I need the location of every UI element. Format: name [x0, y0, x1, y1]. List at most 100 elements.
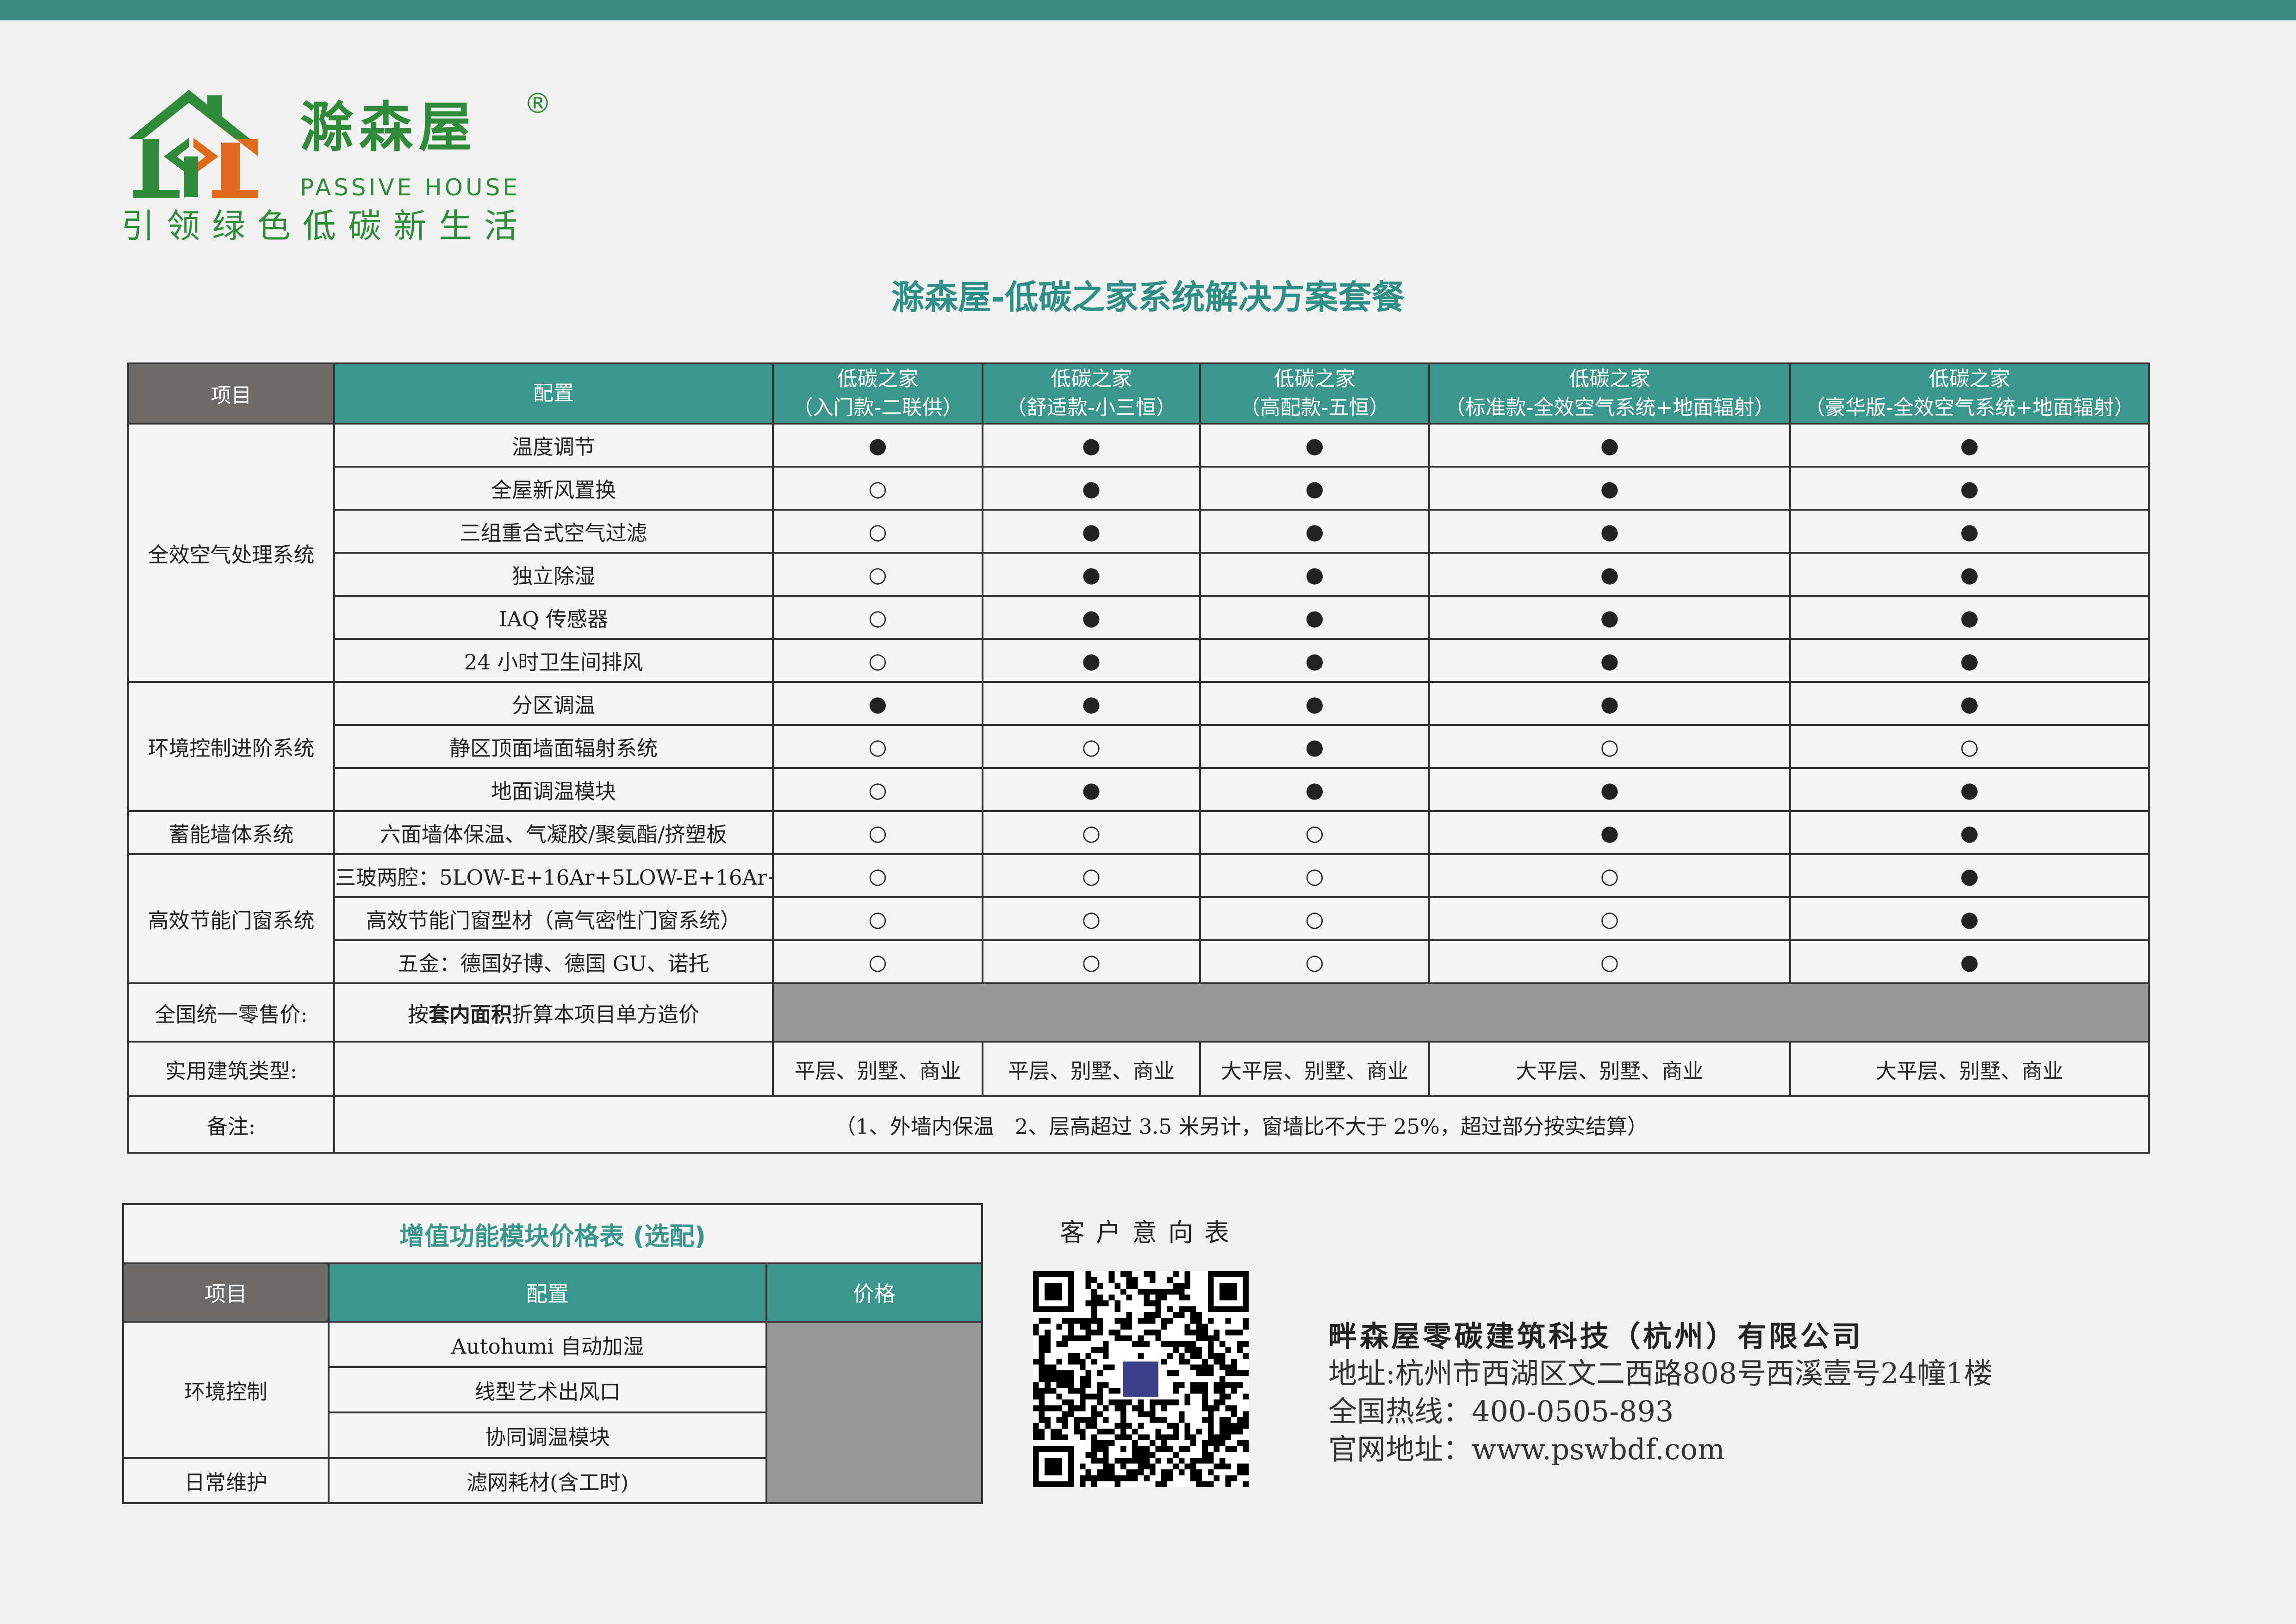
building-type-row: 实用建筑类型: 平层、别墅、商业 平层、别墅、商业 大平层、别墅、商业 大平层、…: [127, 1041, 2150, 1097]
hollow-dot-icon: ○: [1199, 853, 1430, 898]
addon-item: 协同调温模块: [328, 1412, 767, 1459]
hollow-dot-icon: ○: [1199, 810, 1430, 855]
hollow-dot-icon: ○: [1428, 896, 1791, 941]
col-header-item: 项目: [127, 362, 335, 425]
filled-dot-icon: ●: [1789, 466, 2150, 511]
col-header-config: 配置: [333, 362, 774, 425]
top-accent-bar: [0, 0, 2296, 20]
hollow-dot-icon: ○: [772, 552, 983, 597]
filled-dot-icon: ●: [1199, 552, 1430, 597]
page-title: 滁森屋-低碳之家系统解决方案套餐: [891, 278, 1405, 317]
filled-dot-icon: ●: [1199, 466, 1430, 511]
filled-dot-icon: ●: [1428, 595, 1791, 640]
hollow-dot-icon: ○: [982, 724, 1201, 769]
building-type-5: 大平层、别墅、商业: [1789, 1041, 2150, 1097]
price-text: 按套内面积折算本项目单方造价: [333, 982, 774, 1043]
col-header-package-3: 低碳之家 （高配款-五恒）: [1199, 362, 1430, 425]
registered-mark: ®: [524, 87, 552, 120]
price-label: 全国统一零售价:: [127, 982, 335, 1043]
table-row: 全效空气处理系统 温度调节 ● ● ● ● ●: [127, 423, 2150, 683]
table-row: 地面调温模块 ○ ● ● ● ●: [128, 767, 2150, 812]
config-label: 独立除湿: [333, 552, 774, 597]
package-table: 项目 配置 低碳之家 （入门款-二联供） 低碳之家 （舒适款-小三恒） 低碳之家 （高…: [127, 362, 2150, 1154]
filled-dot-icon: ●: [1789, 509, 2150, 554]
addon-col-price: 价格: [765, 1262, 983, 1323]
hollow-dot-icon: ○: [772, 810, 983, 855]
filled-dot-icon: ●: [1428, 681, 1791, 726]
hollow-dot-icon: ○: [1428, 939, 1791, 984]
building-type-blank: [333, 1041, 774, 1097]
qr-title: 客户意向表: [1060, 1218, 1240, 1247]
config-label: 三玻两腔：5LOW-E+16Ar+5LOW-E+16Ar+5: [333, 853, 774, 898]
table-row: 环境控制 Autohumi 自动加湿: [122, 1321, 983, 1504]
filled-dot-icon: ●: [772, 423, 983, 468]
col-header-package-4: 低碳之家 （标准款-全效空气系统+地面辐射）: [1428, 362, 1791, 425]
table-row: 五金：德国好博、德国 GU、诺托 ○ ○ ○ ○ ●: [128, 939, 2150, 984]
company-name: 畔森屋零碳建筑科技（杭州）有限公司: [1328, 1319, 1864, 1353]
company-hotline: 全国热线：400-0505-893: [1328, 1394, 1674, 1428]
filled-dot-icon: ●: [1428, 810, 1791, 855]
filled-dot-icon: ●: [1428, 509, 1791, 554]
hollow-dot-icon: ○: [772, 767, 983, 812]
hollow-dot-icon: ○: [1199, 939, 1430, 984]
filled-dot-icon: ●: [1199, 681, 1430, 726]
company-website: 官网地址：www.pswbdf.com: [1328, 1432, 1725, 1466]
hollow-dot-icon: ○: [982, 896, 1201, 941]
filled-dot-icon: ●: [982, 466, 1201, 511]
filled-dot-icon: ●: [1428, 552, 1791, 597]
hollow-dot-icon: ○: [772, 724, 983, 769]
filled-dot-icon: ●: [1789, 853, 2150, 898]
config-label: 静区顶面墙面辐射系统: [333, 724, 774, 769]
hollow-dot-icon: ○: [1428, 724, 1791, 769]
config-label: 三组重合式空气过滤: [333, 509, 774, 554]
filled-dot-icon: ●: [1428, 767, 1791, 812]
table-row: 高效节能门窗系统 三玻两腔：5LOW-E+16Ar+5LOW-E+16Ar+5 ○ ○…: [127, 853, 2150, 984]
config-label: 分区调温: [333, 681, 774, 726]
addon-group-env: 环境控制: [122, 1321, 330, 1459]
addon-price-cell: [765, 1321, 983, 1504]
filled-dot-icon: ●: [1789, 681, 2150, 726]
brand-name: 滁森屋: [300, 96, 478, 159]
building-type-4: 大平层、别墅、商业: [1428, 1041, 1791, 1097]
filled-dot-icon: ●: [982, 681, 1201, 726]
addon-col-config: 配置: [328, 1262, 767, 1323]
config-label: 24 小时卫生间排风: [333, 638, 774, 683]
building-type-1: 平层、别墅、商业: [772, 1041, 983, 1097]
filled-dot-icon: ●: [1199, 509, 1430, 554]
config-label: 六面墙体保温、气凝胶/聚氨酯/挤塑板: [333, 810, 774, 855]
filled-dot-icon: ●: [1789, 767, 2150, 812]
hollow-dot-icon: ○: [772, 896, 983, 941]
brand-name-english: PASSIVE HOUSE: [300, 174, 520, 201]
qr-code-icon[interactable]: [1033, 1271, 1249, 1487]
hollow-dot-icon: ○: [772, 466, 983, 511]
filled-dot-icon: ●: [1428, 638, 1791, 683]
filled-dot-icon: ●: [982, 638, 1201, 683]
filled-dot-icon: ●: [982, 423, 1201, 468]
price-row: 全国统一零售价: 按套内面积折算本项目单方造价: [127, 982, 2150, 1043]
building-type-2: 平层、别墅、商业: [982, 1041, 1201, 1097]
filled-dot-icon: ●: [1199, 724, 1430, 769]
addon-header-row: 项目 配置 价格: [122, 1262, 983, 1323]
filled-dot-icon: ●: [772, 681, 983, 726]
company-address: 地址:杭州市西湖区文二西路808号西溪壹号24幢1楼: [1328, 1356, 1993, 1390]
filled-dot-icon: ●: [1789, 810, 2150, 855]
remark-text: （1、外墙内保温 2、层高超过 3.5 米另计，窗墙比不大于 25%，超过部分按…: [333, 1095, 2150, 1154]
config-label: 高效节能门窗型材（高气密性门窗系统）: [333, 896, 774, 941]
filled-dot-icon: ●: [1789, 939, 2150, 984]
config-label: 温度调节: [333, 423, 774, 468]
table-row: 蓄能墙体系统 六面墙体保温、气凝胶/聚氨酯/挤塑板 ○ ○ ○ ● ●: [127, 810, 2150, 855]
filled-dot-icon: ●: [1199, 595, 1430, 640]
filled-dot-icon: ●: [1199, 638, 1430, 683]
filled-dot-icon: ●: [1789, 423, 2150, 468]
table-row: 三组重合式空气过滤 ○ ● ● ● ●: [128, 509, 2150, 554]
filled-dot-icon: ●: [1789, 896, 2150, 941]
house-logo-icon: [129, 90, 258, 198]
addon-title-row: 增值功能模块价格表 (选配): [122, 1203, 983, 1264]
addon-item: Autohumi 自动加湿: [328, 1321, 767, 1368]
hollow-dot-icon: ○: [772, 939, 983, 984]
group-label: 高效节能门窗系统: [127, 853, 335, 984]
col-header-package-5: 低碳之家 （豪华版-全效空气系统+地面辐射）: [1789, 362, 2150, 425]
price-value-cell: [772, 982, 2150, 1043]
addon-group-maint: 日常维护: [122, 1457, 330, 1504]
filled-dot-icon: ●: [982, 767, 1201, 812]
